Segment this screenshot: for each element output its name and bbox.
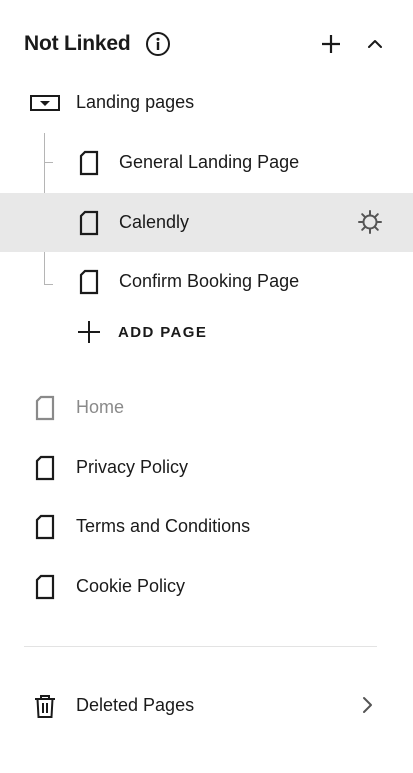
page-item-general-landing-page[interactable]: General Landing Page bbox=[0, 133, 413, 192]
gear-icon[interactable] bbox=[357, 209, 383, 235]
page-icon bbox=[33, 513, 57, 541]
add-page-label: ADD PAGE bbox=[118, 323, 208, 341]
folder-landing-pages[interactable]: Landing pages bbox=[0, 73, 413, 132]
page-label: Confirm Booking Page bbox=[119, 271, 300, 291]
page-item-calendly[interactable]: Calendly bbox=[0, 193, 413, 252]
folder-label: Landing pages bbox=[76, 92, 195, 112]
page-label: General Landing Page bbox=[119, 152, 300, 172]
page-label: Home bbox=[76, 397, 125, 417]
header-actions bbox=[317, 24, 389, 64]
trash-icon bbox=[33, 692, 57, 720]
page-label: Privacy Policy bbox=[76, 457, 189, 477]
section-title: Not Linked bbox=[24, 32, 131, 55]
page-icon bbox=[33, 454, 57, 482]
info-icon[interactable] bbox=[145, 31, 171, 57]
page-icon bbox=[77, 268, 101, 296]
page-icon bbox=[33, 573, 57, 601]
deleted-pages-item[interactable]: Deleted Pages bbox=[0, 676, 413, 735]
page-icon bbox=[77, 209, 101, 237]
plus-icon bbox=[77, 320, 101, 344]
chevron-up-icon[interactable] bbox=[361, 30, 389, 58]
section-header: Not Linked bbox=[24, 24, 389, 64]
divider bbox=[24, 646, 377, 647]
folder-icon bbox=[30, 89, 60, 117]
page-icon bbox=[33, 394, 57, 422]
page-item-cookie-policy[interactable]: Cookie Policy bbox=[0, 557, 413, 616]
add-icon[interactable] bbox=[317, 30, 345, 58]
page-item-privacy-policy[interactable]: Privacy Policy bbox=[0, 438, 413, 497]
page-item-confirm-booking-page[interactable]: Confirm Booking Page bbox=[0, 252, 413, 311]
chevron-right-icon bbox=[355, 693, 379, 717]
page-label: Calendly bbox=[119, 212, 190, 232]
add-page-button[interactable]: ADD PAGE bbox=[77, 316, 207, 348]
page-icon bbox=[77, 149, 101, 177]
page-label: Cookie Policy bbox=[76, 576, 186, 596]
page-item-terms-and-conditions[interactable]: Terms and Conditions bbox=[0, 497, 413, 556]
pages-panel: Not Linked Landing pages General Landing… bbox=[0, 0, 413, 773]
page-label: Terms and Conditions bbox=[76, 516, 251, 536]
deleted-pages-label: Deleted Pages bbox=[76, 695, 195, 715]
page-item-home[interactable]: Home bbox=[0, 378, 413, 437]
